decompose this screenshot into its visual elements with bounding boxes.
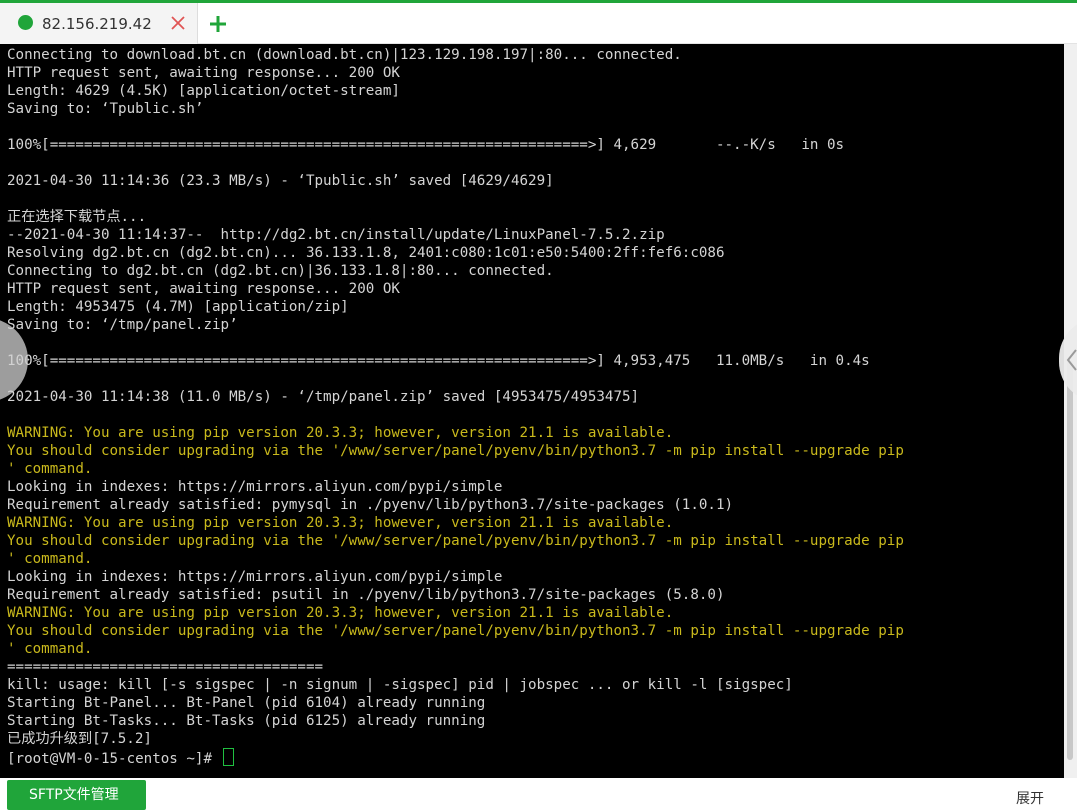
terminal-line: kill: usage: kill [-s sigspec | -n signu… xyxy=(7,677,793,693)
scrollbar-thumb[interactable] xyxy=(1067,360,1073,760)
tab-title: 82.156.219.42 xyxy=(42,15,152,33)
terminal-line: 100%[===================================… xyxy=(7,353,870,369)
terminal-line: Length: 4629 (4.5K) [application/octet-s… xyxy=(7,83,400,99)
terminal-line: Requirement already satisfied: pymysql i… xyxy=(7,497,734,513)
plus-icon[interactable] xyxy=(207,13,229,35)
terminal-line: WARNING: You are using pip version 20.3.… xyxy=(7,515,674,531)
terminal-cursor xyxy=(222,748,234,766)
close-icon[interactable] xyxy=(168,13,188,33)
terminal-line: ' command. xyxy=(7,461,93,477)
terminal-line: Starting Bt-Tasks... Bt-Tasks (pid 6125)… xyxy=(7,713,486,729)
terminal-line: Requirement already satisfied: psutil in… xyxy=(7,587,725,603)
tab-server-session[interactable]: 82.156.219.42 xyxy=(0,3,198,44)
terminal-line: You should consider upgrading via the '/… xyxy=(7,533,904,549)
terminal-line: 已成功升级到[7.5.2] xyxy=(7,731,152,747)
terminal-line: You should consider upgrading via the '/… xyxy=(7,443,904,459)
tab-bar: 82.156.219.42 xyxy=(0,3,1077,44)
terminal-line: Looking in indexes: https://mirrors.aliy… xyxy=(7,479,503,495)
terminal-prompt-line[interactable]: [root@VM-0-15-centos ~]# xyxy=(7,748,904,767)
terminal-line: --2021-04-30 11:14:37-- http://dg2.bt.cn… xyxy=(7,227,665,243)
terminal-line: WARNING: You are using pip version 20.3.… xyxy=(7,425,674,441)
terminal-line: Saving to: ‘Tpublic.sh’ xyxy=(7,101,204,117)
terminal-line: 正在选择下载节点... xyxy=(7,209,147,225)
terminal-line: Resolving dg2.bt.cn (dg2.bt.cn)... 36.13… xyxy=(7,245,725,261)
terminal-line: You should consider upgrading via the '/… xyxy=(7,623,904,639)
terminal-line: Starting Bt-Panel... Bt-Panel (pid 6104)… xyxy=(7,695,486,711)
terminal-line: 2021-04-30 11:14:38 (11.0 MB/s) - ‘/tmp/… xyxy=(7,389,640,405)
chevron-right-icon xyxy=(1066,349,1077,371)
shell-prompt: [root@VM-0-15-centos ~]# xyxy=(7,751,221,767)
connection-status-icon xyxy=(18,15,33,30)
terminal-line: Connecting to dg2.bt.cn (dg2.bt.cn)|36.1… xyxy=(7,263,554,279)
terminal-line: Saving to: ‘/tmp/panel.zip’ xyxy=(7,317,238,333)
terminal-window[interactable]: Connecting to download.bt.cn (download.b… xyxy=(0,44,1064,778)
terminal-output: Connecting to download.bt.cn (download.b… xyxy=(7,46,904,767)
terminal-line: 2021-04-30 11:14:36 (23.3 MB/s) - ‘Tpubl… xyxy=(7,173,554,189)
terminal-line: ===================================== xyxy=(7,659,324,675)
terminal-line: Looking in indexes: https://mirrors.aliy… xyxy=(7,569,503,585)
terminal-line: ' command. xyxy=(7,641,93,657)
terminal-line: WARNING: You are using pip version 20.3.… xyxy=(7,605,674,621)
terminal-line: HTTP request sent, awaiting response... … xyxy=(7,281,400,297)
terminal-line: Length: 4953475 (4.7M) [application/zip] xyxy=(7,299,349,315)
terminal-line: ' command. xyxy=(7,551,93,567)
terminal-line: 100%[===================================… xyxy=(7,137,845,153)
terminal-line: HTTP request sent, awaiting response... … xyxy=(7,65,400,81)
expand-button[interactable]: 展开 xyxy=(1016,790,1044,808)
sftp-file-manager-button[interactable]: SFTP文件管理 xyxy=(7,780,146,810)
terminal-line: Connecting to download.bt.cn (download.b… xyxy=(7,47,682,63)
